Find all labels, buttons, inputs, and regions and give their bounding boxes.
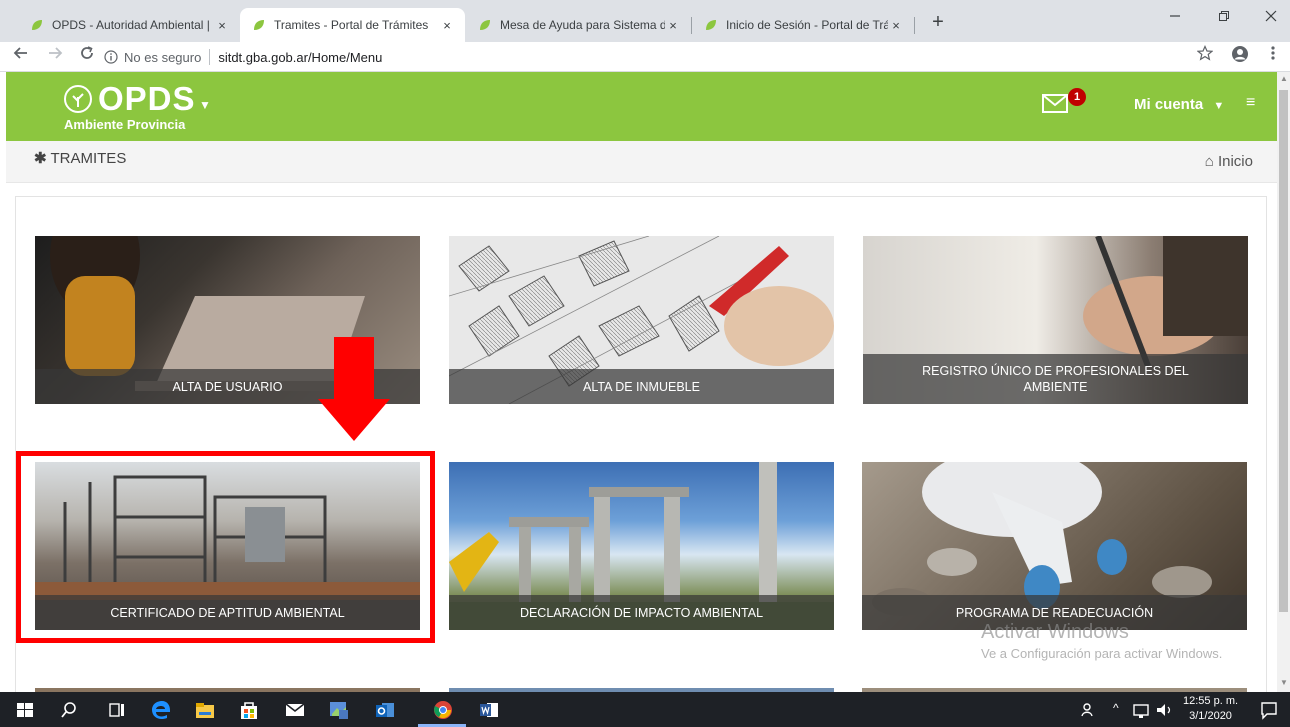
tab-separator	[914, 17, 915, 34]
kebab-menu-icon	[1271, 46, 1275, 60]
microsoft-store-icon[interactable]	[238, 699, 260, 721]
leaf-favicon-icon	[706, 20, 716, 30]
mail-app-icon[interactable]	[284, 699, 306, 721]
breadcrumb-home-link[interactable]: ⌂ Inicio	[1205, 153, 1253, 170]
reload-icon	[81, 46, 93, 59]
network-icon[interactable]	[1131, 699, 1153, 721]
outlook-icon[interactable]	[374, 699, 396, 721]
window-restore-button[interactable]	[1209, 6, 1239, 28]
tab-close-icon[interactable]: ×	[439, 18, 455, 33]
chevron-down-icon: ▼	[1213, 100, 1225, 112]
browser-tab-tramites[interactable]: Tramites - Portal de Trámites ×	[240, 8, 465, 42]
clock-time: 12:55 p. m.	[1183, 695, 1239, 707]
card-label: ALTA DE INMUEBLE	[449, 369, 834, 404]
taskbar-clock[interactable]: 12:55 p. m. 3/1/2020	[1183, 694, 1238, 724]
address-separator	[209, 49, 211, 65]
leaf-favicon-icon	[480, 20, 490, 30]
window-minimize-button[interactable]	[1160, 6, 1190, 28]
breadcrumb: ✱ TRAMITES ⌂ Inicio	[6, 141, 1277, 183]
browser-tab-opds[interactable]: OPDS - Autoridad Ambiental | ×	[18, 8, 240, 42]
browser-tab-strip: OPDS - Autoridad Ambiental | × Tramites …	[0, 0, 1290, 42]
envelope-flap-icon	[1043, 95, 1067, 107]
tab-close-icon[interactable]: ×	[888, 18, 904, 33]
windows-start-icon[interactable]	[14, 699, 36, 721]
leaf-favicon-icon	[32, 20, 42, 30]
word-icon[interactable]	[478, 699, 500, 721]
card-registro-profesionales[interactable]: REGISTRO ÚNICO DE PROFESIONALES DEL AMBI…	[863, 236, 1248, 404]
mail-envelope-icon[interactable]	[1042, 94, 1068, 113]
browser-tab-inicio-sesion[interactable]: Inicio de Sesión - Portal de Trámi ×	[692, 8, 914, 42]
action-center-icon[interactable]	[1258, 699, 1280, 721]
asterisk-icon: ✱	[34, 150, 47, 167]
bookmark-star-icon	[1196, 45, 1214, 61]
info-icon[interactable]	[104, 50, 118, 64]
site-logo-text[interactable]: OPDS	[98, 80, 196, 118]
home-icon: ⌂	[1204, 153, 1214, 170]
windows-taskbar: ^ 12:55 p. m. 3/1/2020	[0, 692, 1290, 727]
tab-close-icon[interactable]: ×	[665, 18, 681, 33]
volume-icon[interactable]	[1154, 699, 1176, 721]
hamburger-menu-icon[interactable]: ≡	[1246, 94, 1255, 112]
red-highlight-box-annotation	[16, 451, 435, 643]
breadcrumb-section-label: TRAMITES	[50, 150, 127, 167]
tree-leaf-icon	[72, 93, 84, 107]
close-icon	[1265, 10, 1277, 22]
restore-icon	[1219, 11, 1229, 21]
card-programa-readecuacion[interactable]: PROGRAMA DE READECUACIÓN	[862, 462, 1247, 630]
card-alta-inmueble[interactable]: ALTA DE INMUEBLE	[449, 236, 834, 404]
search-icon[interactable]	[58, 699, 80, 721]
chrome-icon[interactable]	[432, 699, 454, 721]
account-label: Mi cuenta	[1134, 96, 1204, 113]
window-close-button[interactable]	[1256, 6, 1286, 28]
activate-windows-watermark: Activar Windows Ve a Configuración para …	[981, 621, 1222, 661]
bookmark-button[interactable]	[1194, 45, 1216, 67]
profile-button[interactable]	[1229, 45, 1251, 67]
address-bar[interactable]: No es seguro sitdt.gba.gob.ar/Home/Menu	[104, 45, 1184, 69]
security-status: No es seguro	[124, 49, 202, 65]
mail-count-badge[interactable]: 1	[1068, 88, 1086, 106]
photos-app-icon[interactable]	[328, 699, 350, 721]
logo-dropdown-caret-icon[interactable]: ▼	[199, 98, 211, 112]
people-icon[interactable]	[1078, 699, 1100, 721]
page-scrollbar[interactable]: ▲ ▼	[1277, 72, 1290, 692]
watermark-subtitle: Ve a Configuración para activar Windows.	[981, 646, 1223, 661]
clock-date: 3/1/2020	[1189, 710, 1232, 722]
tab-title: Mesa de Ayuda para Sistema de	[500, 18, 665, 32]
watermark-title: Activar Windows	[981, 621, 1129, 643]
forward-button[interactable]	[44, 45, 66, 67]
tab-title: Inicio de Sesión - Portal de Trámi	[726, 18, 888, 32]
forward-arrow-icon	[49, 47, 63, 59]
card-declaracion-impacto-ambiental[interactable]: DECLARACIÓN DE IMPACTO AMBIENTAL	[449, 462, 834, 630]
opds-logo-icon[interactable]	[64, 85, 92, 113]
file-explorer-icon[interactable]	[194, 699, 216, 721]
site-logo-subtitle: Ambiente Provincia	[64, 117, 186, 132]
scrollbar-thumb[interactable]	[1279, 90, 1288, 612]
new-tab-button[interactable]: +	[926, 11, 950, 35]
scroll-down-arrow-icon[interactable]: ▼	[1280, 678, 1288, 687]
profile-icon	[1232, 46, 1248, 62]
scroll-up-arrow-icon[interactable]: ▲	[1280, 74, 1288, 83]
reload-button[interactable]	[76, 45, 98, 67]
breadcrumb-section: ✱ TRAMITES	[34, 149, 126, 167]
card-label: REGISTRO ÚNICO DE PROFESIONALES DEL AMBI…	[863, 354, 1248, 404]
back-button[interactable]	[10, 45, 32, 67]
back-arrow-icon	[13, 47, 27, 59]
task-view-icon[interactable]	[106, 699, 128, 721]
browser-tab-mesa-ayuda[interactable]: Mesa de Ayuda para Sistema de ×	[466, 8, 691, 42]
edge-browser-icon[interactable]	[150, 699, 172, 721]
account-menu-button[interactable]: Mi cuenta ▼	[1134, 96, 1224, 113]
url-text[interactable]: sitdt.gba.gob.ar/Home/Menu	[218, 50, 382, 65]
tab-title: Tramites - Portal de Trámites	[274, 18, 429, 32]
card-label: DECLARACIÓN DE IMPACTO AMBIENTAL	[449, 595, 834, 630]
leaf-favicon-icon	[254, 20, 264, 30]
site-header: OPDS ▼ Ambiente Provincia 1 Mi cuenta ▼ …	[6, 72, 1277, 141]
tray-overflow-chevron-icon[interactable]: ^	[1113, 701, 1119, 715]
tab-close-icon[interactable]: ×	[214, 18, 230, 33]
minimize-icon	[1170, 15, 1180, 17]
red-down-arrow-annotation	[318, 337, 390, 441]
breadcrumb-home-label: Inicio	[1217, 153, 1253, 170]
browser-menu-button[interactable]	[1262, 45, 1284, 67]
tab-title: OPDS - Autoridad Ambiental |	[52, 18, 210, 32]
browser-toolbar: No es seguro sitdt.gba.gob.ar/Home/Menu	[0, 42, 1290, 72]
